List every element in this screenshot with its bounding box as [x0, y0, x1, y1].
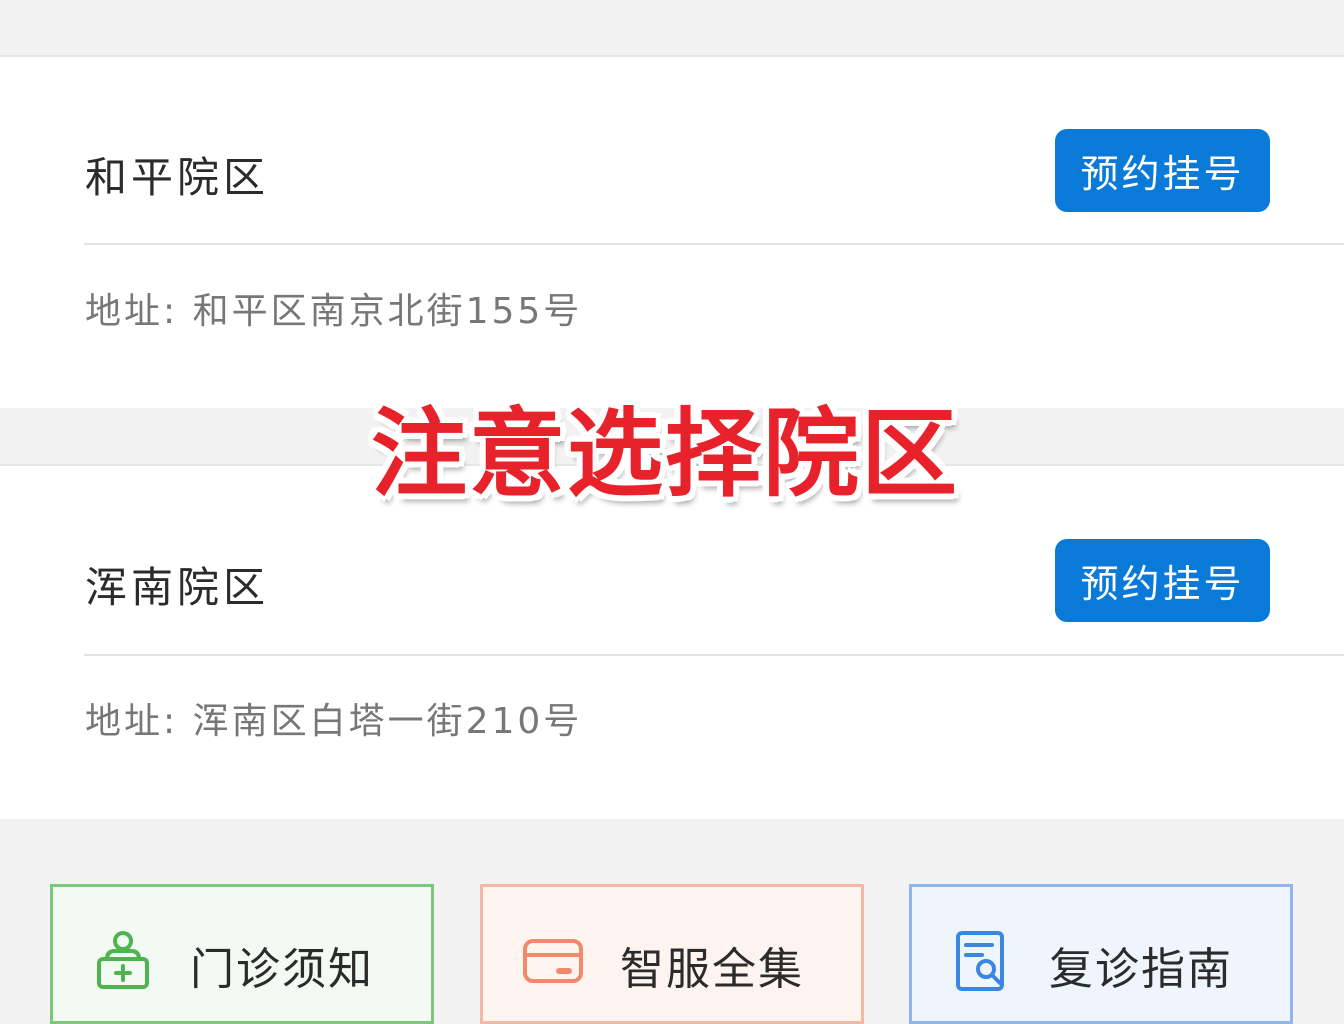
overlay-caption: 注意选择院区 [371, 397, 959, 510]
service-tile-follow-up-guide[interactable]: 复诊指南 [909, 884, 1293, 1024]
divider [84, 654, 1344, 656]
clinic-user-icon [93, 929, 153, 993]
service-label: 门诊须知 [190, 944, 374, 995]
service-tile-outpatient-notice[interactable]: 门诊须知 [50, 884, 434, 1024]
campus-name: 浑南院区 [85, 563, 270, 612]
campus-card-hunnan: 浑南院区 预约挂号 地址: 浑南区白塔一街210号 [0, 464, 1344, 819]
campus-address: 地址: 浑南区白塔一街210号 [85, 701, 583, 742]
divider [84, 243, 1344, 245]
service-label: 智服全集 [620, 944, 804, 995]
service-label: 复诊指南 [1049, 944, 1233, 995]
document-search-icon [952, 929, 1012, 993]
campus-name: 和平院区 [85, 153, 270, 202]
service-tile-smart-services[interactable]: 智服全集 [480, 884, 864, 1024]
book-appointment-button[interactable]: 预约挂号 [1055, 129, 1270, 212]
campus-card-heping: 和平院区 预约挂号 地址: 和平区南京北街155号 [0, 57, 1344, 408]
card-icon [523, 929, 583, 993]
campus-address: 地址: 和平区南京北街155号 [85, 291, 583, 332]
book-appointment-button[interactable]: 预约挂号 [1055, 539, 1270, 622]
top-strip [0, 0, 1344, 57]
